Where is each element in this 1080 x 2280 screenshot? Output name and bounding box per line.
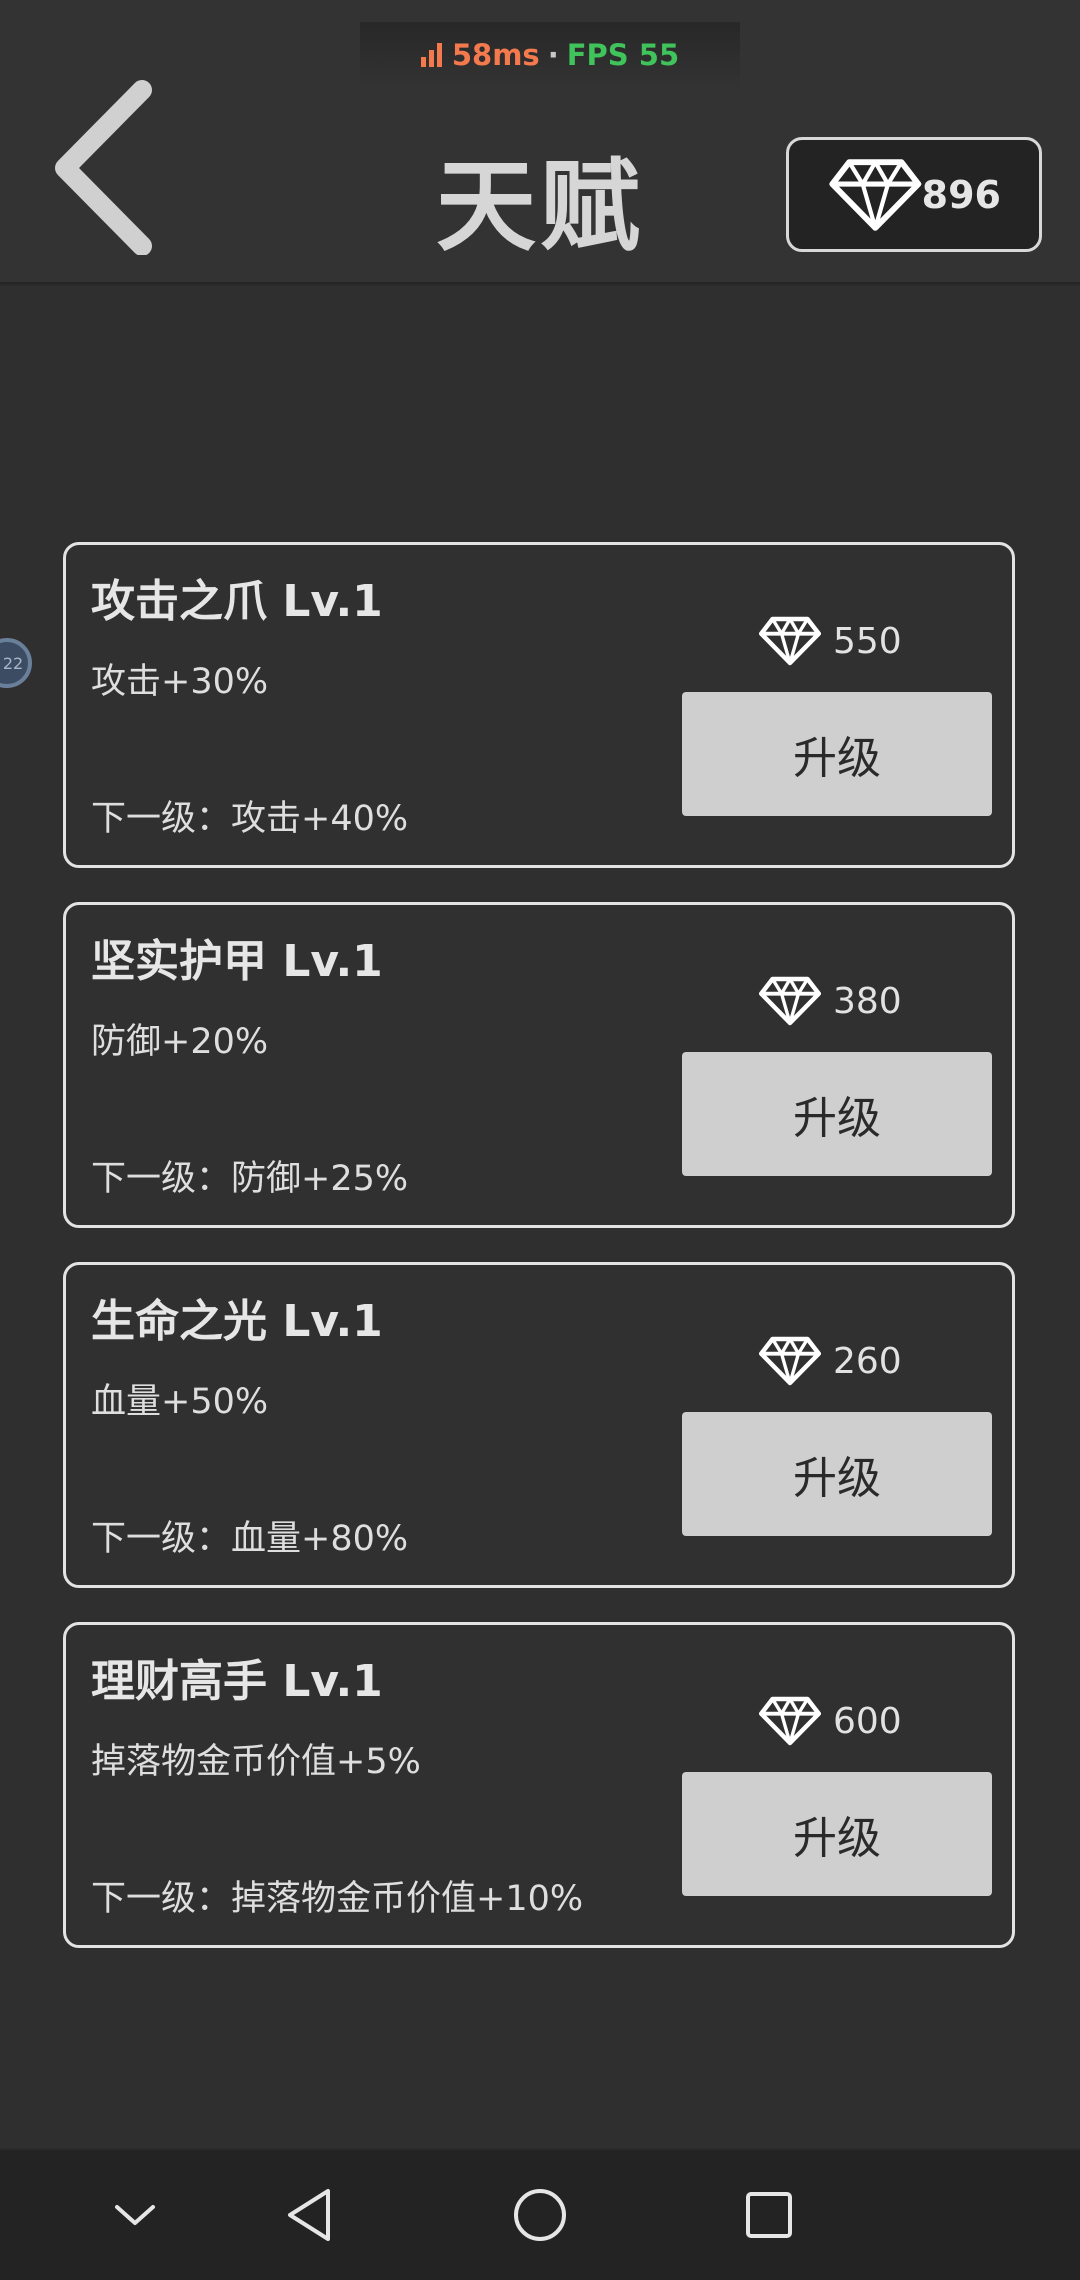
diamond-icon — [829, 158, 922, 231]
floating-assistant-ball[interactable]: 22 — [0, 638, 32, 688]
nav-back-icon — [288, 2189, 330, 2241]
talent-effect: 防御+20% — [91, 1022, 269, 1062]
gem-balance: 896 — [786, 137, 1042, 252]
next-level-effect: 下一级：防御+25% — [91, 1159, 409, 1199]
nav-back-button[interactable] — [264, 2180, 354, 2250]
next-level-effect: 下一级：掉落物金币价值+10% — [91, 1879, 584, 1919]
talent-card: 理财高手 Lv.1 掉落物金币价值+5% 600 升级 下一级：掉落物金币价值+… — [63, 1622, 1015, 1948]
next-level-effect: 下一级：攻击+40% — [91, 799, 409, 839]
upgrade-cost: 380 — [759, 975, 902, 1027]
fps-text: FPS 55 — [566, 38, 680, 72]
diamond-icon — [759, 976, 821, 1026]
talent-card: 坚实护甲 Lv.1 防御+20% 380 升级 下一级：防御+25% — [63, 902, 1015, 1228]
nav-home-button[interactable] — [495, 2180, 585, 2250]
upgrade-button[interactable]: 升级 — [682, 1412, 992, 1536]
perf-overlay: 58ms · FPS 55 — [360, 22, 740, 88]
nav-recents-button[interactable] — [724, 2180, 814, 2250]
nav-recents-icon — [746, 2192, 792, 2238]
talent-panel: 22 攻击之爪 Lv.1 攻击+30% 550 升级 下一级：攻击+40% 坚实… — [0, 286, 1080, 2148]
upgrade-cost: 600 — [759, 1695, 902, 1747]
talent-name: 攻击之爪 Lv.1 — [91, 576, 383, 627]
talent-name: 坚实护甲 Lv.1 — [91, 936, 383, 987]
nav-home-icon — [514, 2189, 566, 2241]
nav-collapse-icon — [115, 2205, 155, 2225]
talent-card: 生命之光 Lv.1 血量+50% 260 升级 下一级：血量+80% — [63, 1262, 1015, 1588]
upgrade-button[interactable]: 升级 — [682, 1772, 992, 1896]
upgrade-button[interactable]: 升级 — [682, 1052, 992, 1176]
talent-name: 理财高手 Lv.1 — [91, 1656, 383, 1707]
upgrade-button[interactable]: 升级 — [682, 692, 992, 816]
cost-value: 380 — [833, 980, 902, 1022]
cost-value: 550 — [833, 620, 902, 662]
talent-card: 攻击之爪 Lv.1 攻击+30% 550 升级 下一级：攻击+40% — [63, 542, 1015, 868]
diamond-icon — [759, 1336, 821, 1386]
signal-icon — [420, 43, 442, 67]
upgrade-cost: 550 — [759, 615, 902, 667]
talent-name: 生命之光 Lv.1 — [91, 1296, 383, 1347]
cost-value: 600 — [833, 1700, 902, 1742]
talent-effect: 攻击+30% — [91, 662, 269, 702]
talent-effect: 掉落物金币价值+5% — [91, 1742, 421, 1782]
diamond-icon — [759, 616, 821, 666]
diamond-icon — [759, 1696, 821, 1746]
floating-ball-label: 22 — [2, 653, 24, 673]
gem-count: 896 — [921, 172, 1001, 217]
system-navigation-bar — [0, 2150, 1080, 2280]
latency-text: 58ms — [451, 38, 540, 72]
nav-collapse-button[interactable] — [90, 2180, 180, 2250]
next-level-effect: 下一级：血量+80% — [91, 1519, 409, 1559]
talent-effect: 血量+50% — [91, 1382, 269, 1422]
upgrade-cost: 260 — [759, 1335, 902, 1387]
status-separator: · — [547, 38, 559, 72]
cost-value: 260 — [833, 1340, 902, 1382]
